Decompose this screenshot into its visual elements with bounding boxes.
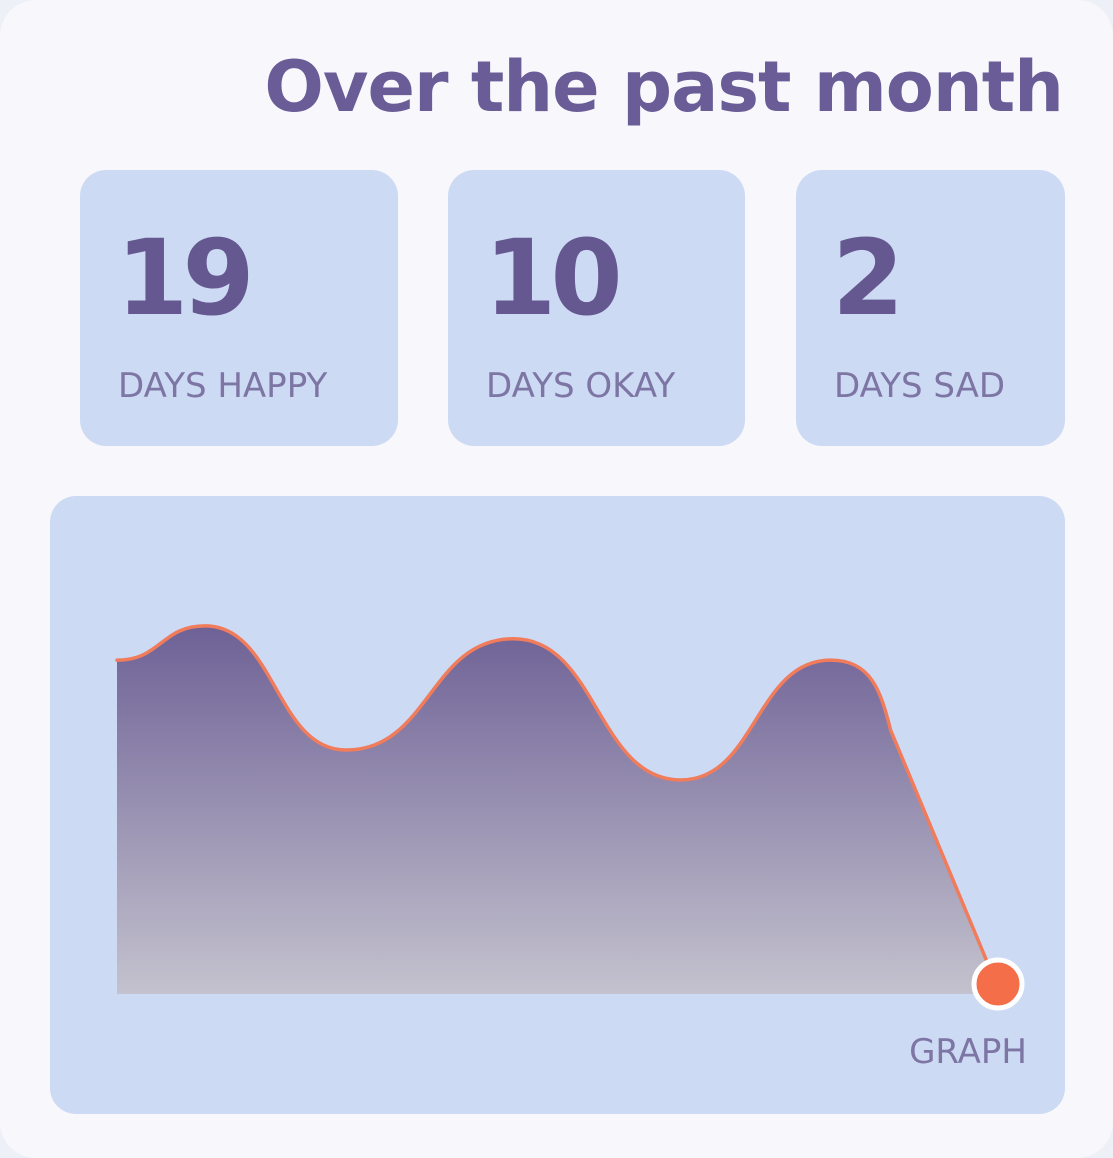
stat-label-sad: DAYS SAD — [834, 366, 1006, 406]
stat-card-sad[interactable]: 2 DAYS SAD — [796, 170, 1065, 446]
card-title: Over the past month — [264, 46, 1064, 128]
stat-card-okay[interactable]: 10 DAYS OKAY — [448, 170, 745, 446]
stat-value-happy: 19 — [116, 217, 255, 339]
current-point-marker[interactable] — [971, 957, 1025, 1011]
mood-area-chart — [115, 624, 1025, 1011]
stat-card-happy[interactable]: 19 DAYS HAPPY — [80, 170, 398, 446]
mood-graph-panel[interactable]: GRAPH — [50, 496, 1065, 1114]
stat-value-sad: 2 — [832, 217, 904, 339]
mood-area-fill — [117, 625, 998, 994]
stat-label-okay: DAYS OKAY — [486, 366, 676, 406]
stat-label-happy: DAYS HAPPY — [118, 366, 328, 406]
graph-label: GRAPH — [909, 1032, 1027, 1072]
stat-value-okay: 10 — [484, 217, 623, 339]
mood-summary-card: Over the past month 19 DAYS HAPPY 10 DAY… — [0, 0, 1113, 1158]
